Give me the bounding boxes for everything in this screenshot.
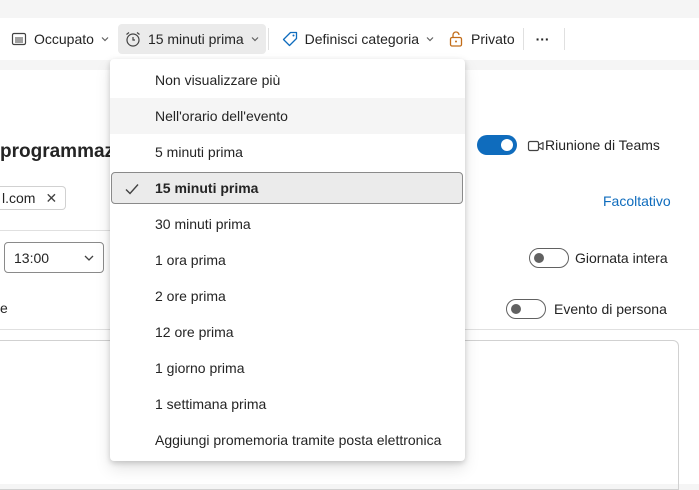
show-as-button[interactable]: Occupato xyxy=(4,24,116,54)
all-day-row: Giornata intera xyxy=(529,248,668,268)
event-toolbar: Occupato 15 minuti prima Definisci categ… xyxy=(0,18,699,60)
event-title-input[interactable]: programmaz xyxy=(0,141,114,163)
reminder-option[interactable]: 1 giorno prima xyxy=(110,350,465,386)
top-strip xyxy=(0,0,699,18)
toolbar-divider xyxy=(563,28,565,50)
calendar-busy-icon xyxy=(10,30,28,48)
reminder-option[interactable]: 1 ora prima xyxy=(110,242,465,278)
reminder-option[interactable]: 30 minuti prima xyxy=(110,206,465,242)
reminder-option-label: 15 minuti prima xyxy=(155,180,259,196)
category-button[interactable]: Definisci categoria xyxy=(275,24,441,54)
reminder-option-label: 5 minuti prima xyxy=(155,144,243,160)
alarm-clock-icon xyxy=(124,30,142,48)
private-label: Privato xyxy=(471,31,515,47)
checkmark-icon xyxy=(125,184,139,195)
end-time-value: 13:00 xyxy=(14,249,50,266)
reminder-option-label: Nell'orario dell'evento xyxy=(155,108,288,124)
chevron-down-icon xyxy=(426,37,434,42)
all-day-toggle[interactable] xyxy=(529,248,569,268)
toolbar-divider xyxy=(522,28,524,50)
lock-icon xyxy=(447,30,465,48)
reminder-option[interactable]: Nell'orario dell'evento xyxy=(110,98,465,134)
private-button[interactable]: Privato xyxy=(441,24,521,54)
more-options-button[interactable]: ··· xyxy=(530,24,556,54)
tag-icon xyxy=(281,30,299,48)
optional-attendees-link[interactable]: Facoltativo xyxy=(603,193,671,209)
attendee-chip[interactable]: l.com ✕ xyxy=(0,186,66,210)
in-person-label: Evento di persona xyxy=(554,301,667,317)
reminder-option-selected[interactable]: 15 minuti prima xyxy=(111,172,463,204)
reminder-menu: Non visualizzare più Nell'orario dell'ev… xyxy=(110,59,465,461)
reminder-option[interactable]: 2 ore prima xyxy=(110,278,465,314)
in-person-toggle[interactable] xyxy=(506,299,546,319)
reminder-option-label: 12 ore prima xyxy=(155,324,234,340)
teams-meeting-row: Riunione di Teams xyxy=(477,135,660,155)
chevron-down-icon xyxy=(84,255,94,261)
chevron-down-icon xyxy=(101,37,109,42)
reminder-option[interactable]: 1 settimana prima xyxy=(110,386,465,422)
in-person-row: Evento di persona xyxy=(506,299,667,319)
divider xyxy=(0,230,110,231)
location-field-partial: e xyxy=(0,300,8,316)
reminder-option[interactable]: Non visualizzare più xyxy=(110,62,465,98)
reminder-option-label: 2 ore prima xyxy=(155,288,226,304)
reminder-label: 15 minuti prima xyxy=(147,31,244,47)
attendee-email: l.com xyxy=(2,190,36,206)
close-icon[interactable]: ✕ xyxy=(45,190,57,207)
toolbar-divider xyxy=(267,28,269,50)
end-time-dropdown[interactable]: 13:00 xyxy=(4,242,104,273)
reminder-button[interactable]: 15 minuti prima xyxy=(117,24,266,54)
reminder-option-email[interactable]: Aggiungi promemoria tramite posta elettr… xyxy=(110,422,465,458)
reminder-option-label: Non visualizzare più xyxy=(155,72,281,88)
reminder-option-label: 1 ora prima xyxy=(155,252,226,268)
reminder-option-label: 30 minuti prima xyxy=(155,216,251,232)
chevron-down-icon xyxy=(251,37,259,42)
teams-label: Riunione di Teams xyxy=(545,137,660,153)
video-camera-icon xyxy=(527,140,544,152)
reminder-option[interactable]: 5 minuti prima xyxy=(110,134,465,170)
reminder-option-label: 1 giorno prima xyxy=(155,360,245,376)
all-day-label: Giornata intera xyxy=(575,250,668,266)
reminder-option-label: 1 settimana prima xyxy=(155,396,267,412)
teams-toggle[interactable] xyxy=(477,135,517,155)
more-icon: ··· xyxy=(535,31,550,47)
category-label: Definisci categoria xyxy=(304,31,420,47)
show-as-label: Occupato xyxy=(34,31,94,47)
reminder-option-label: Aggiungi promemoria tramite posta elettr… xyxy=(155,432,442,448)
reminder-option[interactable]: 12 ore prima xyxy=(110,314,465,350)
